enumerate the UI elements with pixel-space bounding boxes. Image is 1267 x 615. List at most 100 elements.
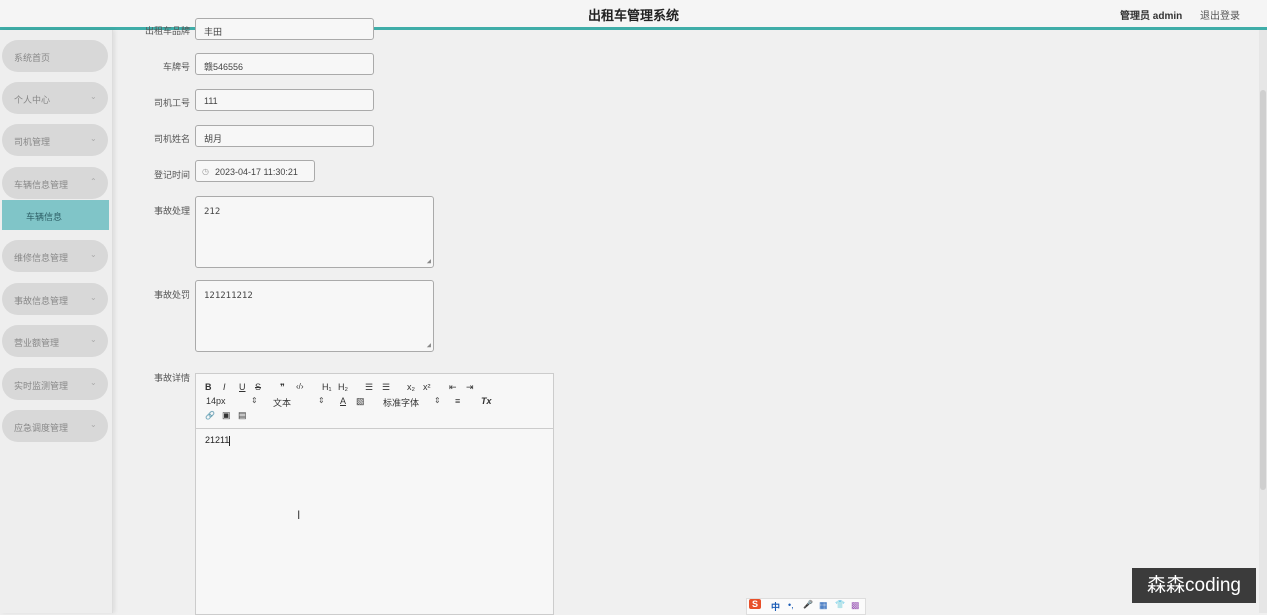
sidebar-item-label: 系统首页 xyxy=(14,53,51,63)
chevron-down-icon: ⌄ xyxy=(90,335,97,344)
top-bar: 出租车管理系统 管理员 admin 退出登录 xyxy=(0,0,1267,30)
driver-id-value: 111 xyxy=(204,96,218,106)
logout-link[interactable]: 退出登录 xyxy=(1200,7,1240,22)
italic-button[interactable]: I xyxy=(223,382,226,392)
sidebar-item-label: 车辆信息管理 xyxy=(14,180,69,190)
resize-grip-icon[interactable]: ◢ xyxy=(427,341,431,349)
sidebar-item-revenue-management[interactable]: 营业额管理 ⌄ xyxy=(2,325,108,357)
clock-icon: ◷ xyxy=(202,167,209,176)
code-button[interactable]: ‹/› xyxy=(296,382,304,391)
plate-label: 车牌号 xyxy=(162,62,190,72)
image-icon[interactable]: ▣ xyxy=(222,410,231,421)
scrollbar-thumb[interactable] xyxy=(1260,90,1266,490)
sidebar-subitem-label: 车辆信息 xyxy=(26,212,63,222)
bullet-list-icon[interactable]: ☰ xyxy=(382,382,390,393)
sidebar-item-driver-management[interactable]: 司机管理 ⌄ xyxy=(2,124,108,156)
sidebar-item-label: 维修信息管理 xyxy=(14,253,69,263)
skin-icon[interactable]: 👕 xyxy=(835,600,845,609)
resize-grip-icon[interactable]: ◢ xyxy=(427,257,431,265)
sidebar-item-label: 实时监测管理 xyxy=(14,381,69,391)
superscript-button[interactable]: x² xyxy=(423,382,431,392)
app-title: 出租车管理系统 xyxy=(587,8,679,23)
chevron-down-icon: ⌄ xyxy=(90,293,97,302)
sidebar-item-vehicle-management[interactable]: 车辆信息管理 ⌃ xyxy=(2,167,108,199)
sidebar-item-accident-management[interactable]: 事故信息管理 ⌄ xyxy=(2,283,108,315)
accident-handling-label: 事故处理 xyxy=(153,206,190,216)
sidebar-item-repair-management[interactable]: 维修信息管理 ⌄ xyxy=(2,240,108,272)
register-time-value: 2023-04-17 11:30:21 xyxy=(215,167,298,177)
edit-form: 出租车品牌 丰田 车牌号 赣546556 司机工号 111 司机姓名 胡月 登记… xyxy=(113,18,1258,615)
text-type-value: 文本 xyxy=(273,398,292,408)
sidebar-item-label: 事故信息管理 xyxy=(14,296,69,306)
driver-name-label: 司机姓名 xyxy=(153,134,190,144)
microphone-icon[interactable]: 🎤 xyxy=(803,600,813,609)
sidebar-subitem-vehicle-info[interactable]: 车辆信息 xyxy=(2,200,109,230)
blockquote-button[interactable]: ❞ xyxy=(280,382,285,393)
background-color-icon[interactable]: ▧ xyxy=(356,396,365,407)
indent-increase-icon[interactable]: ⇥ xyxy=(466,382,474,393)
rich-text-editor: B I U S ❞ ‹/› H₁ H₂ ☰ ☰ x₂ x² ⇤ ⇥ 14px ⇕… xyxy=(195,373,554,615)
bold-button[interactable]: B xyxy=(205,382,212,392)
sidebar-item-personal-center[interactable]: 个人中心 ⌄ xyxy=(2,82,108,114)
ime-language-toggle[interactable]: 中 xyxy=(771,600,780,613)
keyboard-icon[interactable]: ▦ xyxy=(819,600,828,611)
accident-penalty-textarea[interactable]: 121211212 ◢ xyxy=(195,280,434,352)
chevron-down-icon: ⌄ xyxy=(90,134,97,143)
font-family-select[interactable]: 标准字体 ⇕ xyxy=(383,396,441,409)
brand-label: 出租车品牌 xyxy=(144,26,190,36)
accident-penalty-label: 事故处罚 xyxy=(153,290,190,300)
punctuation-icon[interactable]: •, xyxy=(788,600,794,610)
sidebar-item-label: 司机管理 xyxy=(14,137,51,147)
select-arrow-icon: ⇕ xyxy=(434,396,441,405)
clear-format-icon[interactable]: Tx xyxy=(481,396,492,406)
sidebar: 系统首页 个人中心 ⌄ 司机管理 ⌄ 车辆信息管理 ⌃ 车辆信息 维修信息管理 … xyxy=(0,30,113,613)
accident-details-value: 21211 xyxy=(205,435,230,445)
driver-name-input[interactable]: 胡月 xyxy=(195,125,374,147)
font-color-button[interactable]: A xyxy=(340,396,346,406)
accident-handling-value: 212 xyxy=(204,207,221,217)
register-time-label: 登记时间 xyxy=(153,170,190,180)
chevron-down-icon: ⌄ xyxy=(90,250,97,259)
font-family-value: 标准字体 xyxy=(383,398,420,408)
select-arrow-icon: ⇕ xyxy=(251,396,258,405)
subscript-button[interactable]: x₂ xyxy=(407,382,415,392)
driver-id-input[interactable]: 111 xyxy=(195,89,374,111)
sidebar-item-monitoring-management[interactable]: 实时监测管理 ⌄ xyxy=(2,368,108,400)
driver-name-value: 胡月 xyxy=(204,134,223,144)
plate-input[interactable]: 赣546556 xyxy=(195,53,374,75)
underline-button[interactable]: U xyxy=(239,382,246,392)
tools-icon[interactable]: ▩ xyxy=(851,600,860,611)
text-cursor-icon: I xyxy=(297,508,301,522)
accident-penalty-value: 121211212 xyxy=(204,291,253,301)
plate-value: 赣546556 xyxy=(204,62,244,72)
editor-content[interactable]: 21211 xyxy=(205,435,231,446)
indent-decrease-icon[interactable]: ⇤ xyxy=(449,382,457,393)
font-size-value: 14px xyxy=(206,396,226,406)
chevron-up-icon: ⌃ xyxy=(90,177,97,186)
strikethrough-button[interactable]: S xyxy=(255,382,261,392)
sidebar-item-label: 应急调度管理 xyxy=(14,423,69,433)
register-time-picker[interactable]: ◷ 2023-04-17 11:30:21 xyxy=(195,160,315,182)
brand-value: 丰田 xyxy=(204,27,223,37)
chevron-down-icon: ⌄ xyxy=(90,420,97,429)
editor-toolbar: B I U S ❞ ‹/› H₁ H₂ ☰ ☰ x₂ x² ⇤ ⇥ 14px ⇕… xyxy=(196,374,553,429)
brand-input[interactable]: 丰田 xyxy=(195,18,374,40)
ordered-list-icon[interactable]: ☰ xyxy=(365,382,373,393)
accident-handling-textarea[interactable]: 212 ◢ xyxy=(195,196,434,268)
link-icon[interactable]: 🔗 xyxy=(205,411,215,420)
select-arrow-icon: ⇕ xyxy=(318,396,325,405)
sidebar-item-home[interactable]: 系统首页 xyxy=(2,40,108,72)
align-icon[interactable]: ≡ xyxy=(455,396,460,406)
ime-logo-icon[interactable]: S xyxy=(749,599,762,609)
accident-details-label: 事故详情 xyxy=(153,373,190,383)
header-1-button[interactable]: H₁ xyxy=(322,382,332,392)
chevron-down-icon: ⌄ xyxy=(90,378,97,387)
sidebar-item-dispatch-management[interactable]: 应急调度管理 ⌄ xyxy=(2,410,108,442)
video-icon[interactable]: ▤ xyxy=(238,410,247,421)
watermark: 森森coding xyxy=(1132,568,1256,603)
driver-id-label: 司机工号 xyxy=(153,98,190,108)
text-type-select[interactable]: 文本 ⇕ xyxy=(273,396,325,409)
sidebar-item-label: 营业额管理 xyxy=(14,338,60,348)
font-size-select[interactable]: 14px ⇕ xyxy=(206,396,258,406)
header-2-button[interactable]: H₂ xyxy=(338,382,348,392)
